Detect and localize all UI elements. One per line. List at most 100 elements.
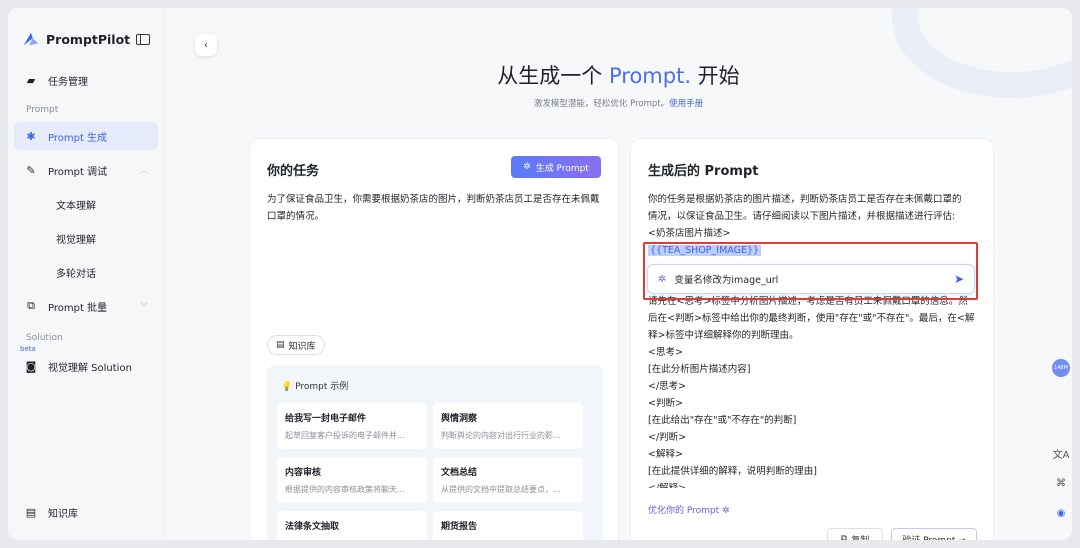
example-title: 舆情洞察 <box>441 414 478 424</box>
example-desc: 根据提供的内容审核政策将聊天... <box>285 485 405 494</box>
lightbulb-icon: 💡 <box>281 382 293 392</box>
logo-text: PromptPilot <box>46 31 131 47</box>
highlight-annotation-box <box>643 242 978 300</box>
assistant-icon[interactable]: ◉ <box>1050 502 1072 524</box>
back-button[interactable]: ‹ <box>195 34 217 56</box>
result-card: 生成后的 Prompt 你的任务是根据奶茶店的图片描述，判断奶茶店员工是否存在未… <box>630 138 994 540</box>
optimize-link-text: 优化你的 Prompt <box>648 506 720 516</box>
chevron-left-icon: ‹ <box>204 39 208 51</box>
examples-title: 💡 Prompt 示例 <box>281 379 348 392</box>
prompt-line: <奶茶店图片描述> <box>648 228 731 239</box>
task-card: 你的任务 ✲ 生成 Prompt 为了保证食品卫生，你需要根据奶茶店的图片，判断… <box>249 138 619 540</box>
sidebar-item-label: 任务管理 <box>48 76 88 88</box>
example-desc: 从提供的文档中提取总结要点，... <box>441 485 561 494</box>
prompt-line: 你的任务是根据奶茶店的图片描述，判断奶茶店员工是否存在未佩戴口罩的 <box>648 194 962 205</box>
prompt-line: 释>标签中详细解释你的判断理由。 <box>648 330 799 341</box>
sidebar-item-label: 知识库 <box>48 508 78 520</box>
sidebar-item-label: 视觉理解 Solution <box>48 362 132 374</box>
beta-badge: beta <box>20 345 36 353</box>
section-label-prompt: Prompt <box>26 105 59 115</box>
vision-icon: ◙ <box>25 359 37 373</box>
prompt-line: </解释> <box>648 480 983 488</box>
sidebar-item-knowledge-base[interactable]: ▤ 知识库 <box>14 498 158 526</box>
example-card[interactable]: 法律条文抽取 <box>277 511 427 540</box>
sidebar-item-prompt-generate[interactable]: ✱ Prompt 生成 <box>14 122 158 150</box>
example-card[interactable]: 舆情洞察 判断舆论的内容对出行行业的影... <box>433 403 583 449</box>
logo-icon <box>23 32 39 46</box>
prompt-line: <思考> <box>648 347 683 358</box>
prompt-line: [在此提供详细的解释，说明判断的理由] <box>648 466 817 477</box>
sidebar: PromptPilot ▰ 任务管理 Prompt ✱ Prompt 生成 ✎ … <box>8 8 165 540</box>
prompt-line: [在此给出"存在"或"不存在"的判断] <box>648 415 797 426</box>
sidebar-item-prompt-debug[interactable]: ✎ Prompt 调试 ︿ <box>14 156 158 184</box>
task-input[interactable]: 为了保证食品卫生，你需要根据奶茶店的图片，判断奶茶店员工是否存在未佩戴口罩的情况… <box>267 191 603 225</box>
book-icon: ▤ <box>25 505 37 519</box>
example-title: 法律条文抽取 <box>285 522 340 532</box>
copy-button[interactable]: ⧉ 复制 <box>827 528 883 540</box>
debug-icon: ✎ <box>26 163 36 177</box>
section-label-solution: Solution <box>26 333 63 343</box>
prompt-line: [在此分析图片描述内容] <box>648 364 751 375</box>
example-card[interactable]: 给我写一封电子邮件 起草回复客户投诉的电子邮件并... <box>277 403 427 449</box>
examples-title-text: Prompt 示例 <box>295 382 349 392</box>
page-title: 从生成一个 Prompt. 开始 <box>165 60 1072 90</box>
command-icon[interactable]: ⌘ <box>1050 472 1072 494</box>
magic-wand-icon: ✲ <box>523 162 531 172</box>
example-title: 给我写一封电子邮件 <box>285 414 367 424</box>
result-card-title: 生成后的 Prompt <box>648 164 759 179</box>
floating-badge[interactable]: 148M <box>1052 359 1070 377</box>
generated-prompt-text[interactable]: 你的任务是根据奶茶店的图片描述，判断奶茶店员工是否存在未佩戴口罩的 情况，以保证… <box>648 191 983 488</box>
sidebar-subitem-multiturn[interactable]: 多轮对话 <box>14 258 158 286</box>
title-accent: Prompt. <box>608 64 691 88</box>
logo-row: PromptPilot <box>8 26 164 52</box>
folder-icon: ▰ <box>26 73 36 87</box>
title-post: 开始 <box>691 64 740 88</box>
prompt-line: 后在<判断>标签中给出你的最终判断，使用"存在"或"不存在"。最后，在<解 <box>648 313 975 324</box>
manual-link[interactable]: 使用手册 <box>669 99 703 109</box>
copy-button-label: 复制 <box>851 533 869 541</box>
generate-button-label: 生成 Prompt <box>535 163 589 174</box>
example-title: 文档总结 <box>441 468 478 478</box>
prompt-line: <判断> <box>648 398 683 409</box>
chevron-down-icon: ﹀ <box>140 301 148 311</box>
optimize-prompt-link[interactable]: 优化你的 Prompt ✲ <box>648 503 730 516</box>
title-pre: 从生成一个 <box>497 64 609 88</box>
prompt-examples: 💡 Prompt 示例 给我写一封电子邮件 起草回复客户投诉的电子邮件并... … <box>267 365 603 540</box>
app-window: PromptPilot ▰ 任务管理 Prompt ✱ Prompt 生成 ✎ … <box>8 8 1072 540</box>
sidebar-subitem-text[interactable]: 文本理解 <box>14 190 158 218</box>
prompt-line: </判断> <box>648 432 687 443</box>
task-card-title: 你的任务 <box>267 164 320 179</box>
sparkle-user-icon: ✱ <box>26 129 36 143</box>
chevron-up-icon: ︿ <box>140 165 148 175</box>
knowledge-base-button[interactable]: ▤ 知识库 <box>267 335 325 355</box>
subtitle-text: 激发模型潜能，轻松优化 Prompt。 <box>533 99 670 109</box>
sidebar-item-label: Prompt 批量 <box>48 302 108 314</box>
prompt-line: 情况，以保证食品卫生。请仔细阅读以下图片描述，并根据描述进行评估: <box>648 211 956 222</box>
book-icon: ▤ <box>276 340 285 350</box>
prompt-line: </思考> <box>648 381 687 392</box>
example-card[interactable]: 内容审核 根据提供的内容审核政策将聊天... <box>277 457 427 503</box>
example-card[interactable]: 文档总结 从提供的文档中提取总结要点，... <box>433 457 583 503</box>
sidebar-item-task-management[interactable]: ▰ 任务管理 <box>14 66 158 94</box>
verify-prompt-button[interactable]: 验证 Prompt → <box>891 528 977 540</box>
magic-wand-icon: ✲ <box>722 506 730 516</box>
sidebar-item-vision-solution[interactable]: beta ◙ 视觉理解 Solution <box>14 345 158 380</box>
sidebar-item-prompt-batch[interactable]: ⧉ Prompt 批量 ﹀ <box>14 292 158 320</box>
batch-icon: ⧉ <box>27 299 35 312</box>
example-title: 期货报告 <box>441 522 478 532</box>
page-subtitle: 激发模型潜能，轻松优化 Prompt。使用手册 <box>165 97 1072 109</box>
prompt-line: <解释> <box>648 449 683 460</box>
main-area: ‹ 从生成一个 Prompt. 开始 激发模型潜能，轻松优化 Prompt。使用… <box>165 8 1072 540</box>
translate-icon[interactable]: 文A <box>1050 442 1072 464</box>
example-desc: 起草回复客户投诉的电子邮件并... <box>285 431 405 440</box>
kb-button-label: 知识库 <box>288 341 316 352</box>
sidebar-item-label: Prompt 调试 <box>48 166 108 178</box>
copy-icon: ⧉ <box>840 534 848 540</box>
sidebar-toggle-icon[interactable] <box>136 33 150 45</box>
example-desc: 判断舆论的内容对出行行业的影... <box>441 431 561 440</box>
example-card[interactable]: 期货报告 <box>433 511 583 540</box>
sidebar-subitem-vision[interactable]: 视觉理解 <box>14 224 158 252</box>
sidebar-item-label: Prompt 生成 <box>48 132 108 144</box>
generate-prompt-button[interactable]: ✲ 生成 Prompt <box>511 156 601 178</box>
example-title: 内容审核 <box>285 468 322 478</box>
